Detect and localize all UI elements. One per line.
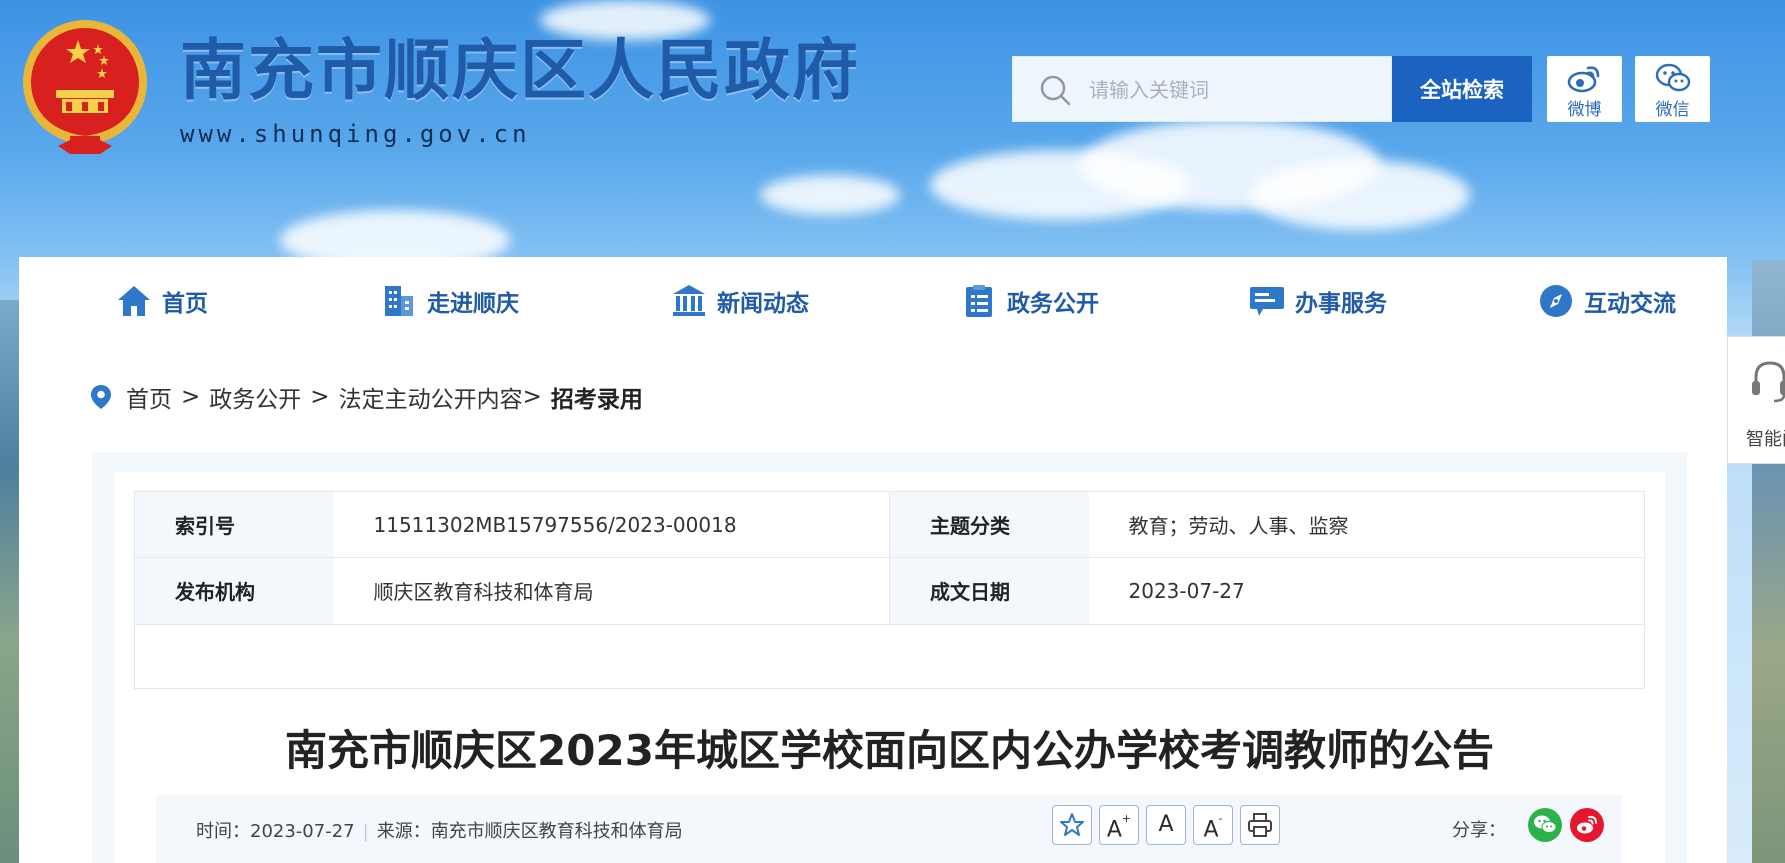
nav-item-news[interactable]: 新闻动态: [671, 279, 809, 323]
breadcrumb-separator: >: [310, 384, 330, 410]
headset-icon: [1752, 361, 1785, 403]
breadcrumb-statutory-disclosure[interactable]: 法定主动公开内容: [339, 380, 523, 414]
font-increase-label: A: [1106, 817, 1122, 843]
article-inner: 索引号 11511302MB15797556/2023-00018 主题分类 教…: [114, 472, 1665, 863]
publish-time: 2023-07-27: [250, 821, 355, 842]
nav-label: 互动交流: [1584, 291, 1676, 317]
nav-item-interaction[interactable]: 互动交流: [1538, 279, 1676, 323]
breadcrumb-home[interactable]: 首页: [126, 380, 172, 414]
meta-row-empty: [135, 624, 1645, 688]
smart-assistant-widget[interactable]: 智能问: [1727, 336, 1785, 464]
smart-assistant-label: 智能问: [1746, 429, 1785, 450]
meta-row: 索引号 11511302MB15797556/2023-00018 主题分类 教…: [134, 491, 1645, 559]
meta-value-date: 2023-07-27: [1088, 557, 1645, 625]
printer-icon: [1248, 813, 1272, 837]
font-increase-button[interactable]: A+: [1099, 805, 1139, 845]
meta-label-index: 索引号: [134, 491, 334, 559]
nav-label: 新闻动态: [717, 291, 809, 317]
nav-item-about[interactable]: 走进顺庆: [381, 279, 519, 323]
breadcrumb-current: 招考录用: [550, 387, 643, 413]
wechat-icon: [1655, 63, 1691, 92]
breadcrumb-gov-affairs[interactable]: 政务公开: [209, 380, 301, 414]
weibo-icon: [1577, 815, 1597, 834]
share-label: 分享：: [1452, 820, 1506, 841]
meta-empty-cell: [135, 624, 1645, 688]
info-divider: |: [362, 821, 369, 842]
meta-row: 发布机构 顺庆区教育科技和体育局 成文日期 2023-07-27: [134, 557, 1645, 625]
nav-label: 政务公开: [1007, 291, 1099, 317]
font-default-button[interactable]: A: [1146, 805, 1186, 845]
font-increase-sup: +: [1121, 812, 1132, 825]
weibo-icon: [1567, 66, 1600, 93]
nav-label: 首页: [162, 291, 208, 317]
meta-label-date: 成文日期: [889, 557, 1089, 625]
main-nav: 首页 走进顺庆 新闻动态 政务公开 办事服务 互动交流: [19, 257, 1727, 345]
nav-label: 办事服务: [1295, 291, 1387, 317]
nav-label: 走进顺庆: [427, 291, 519, 317]
share-wechat-button[interactable]: [1528, 808, 1562, 842]
wechat-label: 微信: [1655, 100, 1690, 120]
meta-value-publisher: 顺庆区教育科技和体育局: [333, 557, 890, 625]
breadcrumb-separator: >: [181, 384, 201, 410]
meta-label-topic: 主题分类: [889, 491, 1089, 559]
site-url: www.shunqing.gov.cn: [180, 120, 531, 148]
meta-value-index: 11511302MB15797556/2023-00018: [333, 491, 890, 559]
cloud: [760, 175, 900, 215]
breadcrumb-separator: >: [522, 384, 542, 410]
source-label: 来源：: [376, 821, 431, 842]
search-input[interactable]: [1089, 69, 1379, 111]
site-title: 南充市顺庆区人民政府: [180, 32, 860, 109]
wechat-icon: [1534, 815, 1557, 833]
nav-item-gov-affairs[interactable]: 政务公开: [961, 279, 1099, 323]
compass-icon: [1540, 285, 1572, 317]
weibo-label: 微博: [1567, 100, 1602, 120]
national-emblem-icon: [23, 20, 147, 154]
main-panel: 首页 走进顺庆 新闻动态 政务公开 办事服务 互动交流 首页 > 政务公开 > …: [19, 257, 1727, 863]
font-decrease-sup: -: [1218, 812, 1223, 825]
time-label: 时间：: [196, 821, 250, 842]
home-icon: [118, 286, 150, 316]
wechat-button[interactable]: 微信: [1635, 56, 1710, 122]
meta-label-publisher: 发布机构: [134, 557, 334, 625]
building-icon: [385, 286, 413, 316]
share-weibo-button[interactable]: [1570, 808, 1604, 842]
document-meta-table: 索引号 11511302MB15797556/2023-00018 主题分类 教…: [134, 491, 1645, 689]
favorite-button[interactable]: [1052, 805, 1092, 845]
search-box: [1012, 56, 1392, 122]
article-title: 南充市顺庆区2023年城区学校面向区内公办学校考调教师的公告: [285, 726, 1494, 775]
article-info-text: 时间：2023-07-27 | 来源：南充市顺庆区教育科技和体育局: [196, 817, 683, 843]
service-window-icon: [1250, 287, 1284, 316]
bank-icon: [673, 285, 705, 316]
cloud: [1250, 160, 1470, 230]
font-decrease-button[interactable]: A-: [1193, 805, 1233, 845]
article-info-bar: 时间：2023-07-27 | 来源：南充市顺庆区教育科技和体育局 A+ A A-: [156, 795, 1622, 863]
article-source: 南充市顺庆区教育科技和体育局: [430, 821, 683, 842]
nav-item-services[interactable]: 办事服务: [1249, 279, 1387, 323]
star-icon: [1060, 813, 1084, 836]
site-search-button[interactable]: 全站检索: [1392, 56, 1532, 122]
article-container: 索引号 11511302MB15797556/2023-00018 主题分类 教…: [92, 452, 1687, 863]
search-icon: [1040, 75, 1071, 106]
weibo-button[interactable]: 微博: [1547, 56, 1622, 122]
clipboard-list-icon: [966, 285, 992, 317]
print-button[interactable]: [1240, 805, 1280, 845]
font-default-label: A: [1158, 812, 1174, 837]
breadcrumb: 首页 > 政务公开 > 法定主动公开内容 > 招考录用: [90, 377, 643, 417]
location-pin-icon: [91, 385, 111, 409]
meta-value-topic: 教育；劳动、人事、监察: [1088, 491, 1645, 559]
nav-item-home[interactable]: 首页: [116, 279, 208, 323]
font-decrease-label: A: [1203, 817, 1219, 843]
